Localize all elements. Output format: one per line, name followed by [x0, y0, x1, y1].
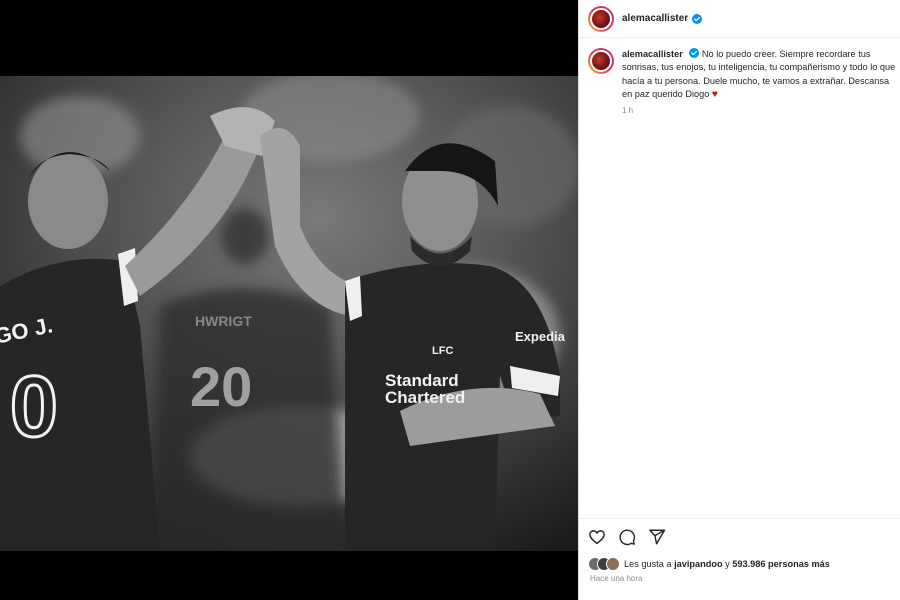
shirt-back-number: 20 [190, 355, 252, 418]
post-actions [588, 528, 666, 546]
shirt-back-name: HWRIGT [195, 313, 252, 329]
photo-illustration: 20 HWRIGT GO J. 0 Standard Chartered LFC… [0, 76, 578, 551]
author-avatar[interactable] [588, 5, 614, 32]
sleeve-sponsor-text: Expedia [515, 329, 566, 344]
verified-badge-icon [692, 13, 703, 24]
post-photo[interactable]: 20 HWRIGT GO J. 0 Standard Chartered LFC… [0, 76, 578, 551]
likes-prefix: Les gusta a [624, 559, 672, 569]
actions-divider [579, 518, 900, 519]
post-side-panel: alemacallister alemacallister No lo pued… [579, 0, 900, 600]
heart-outline-icon[interactable] [588, 528, 606, 546]
likes-connector: y [725, 559, 730, 569]
paper-plane-icon[interactable] [648, 528, 666, 546]
caption-author-avatar[interactable] [588, 48, 614, 74]
likes-row: Les gusta a javipandoo y 593.986 persona… [588, 557, 830, 571]
post-timestamp[interactable]: Hace una hora [590, 574, 642, 583]
liker-avatar [606, 557, 620, 571]
caption-timestamp[interactable]: 1 h [622, 106, 896, 115]
liker-avatars[interactable] [588, 557, 620, 571]
caption-username[interactable]: alemacallister [622, 49, 683, 59]
likes-username[interactable]: javipandoo [674, 559, 723, 569]
verified-badge-icon [689, 48, 700, 58]
likes-count[interactable]: 593.986 personas más [732, 559, 830, 569]
likes-summary: Les gusta a javipandoo y 593.986 persona… [624, 559, 830, 569]
red-heart-emoji-icon: ♥ [711, 88, 718, 100]
post-header: alemacallister [579, 0, 900, 38]
post-media[interactable]: 20 HWRIGT GO J. 0 Standard Chartered LFC… [0, 0, 578, 600]
comment-bubble-icon[interactable] [618, 528, 636, 546]
author-username[interactable]: alemacallister [622, 13, 688, 24]
sponsor-line-2: Chartered [385, 388, 465, 407]
shirt-left-number: 0 [10, 359, 58, 455]
club-crest-text: LFC [432, 345, 453, 357]
post-caption: alemacallister No lo puedo creer. Siempr… [588, 48, 896, 115]
